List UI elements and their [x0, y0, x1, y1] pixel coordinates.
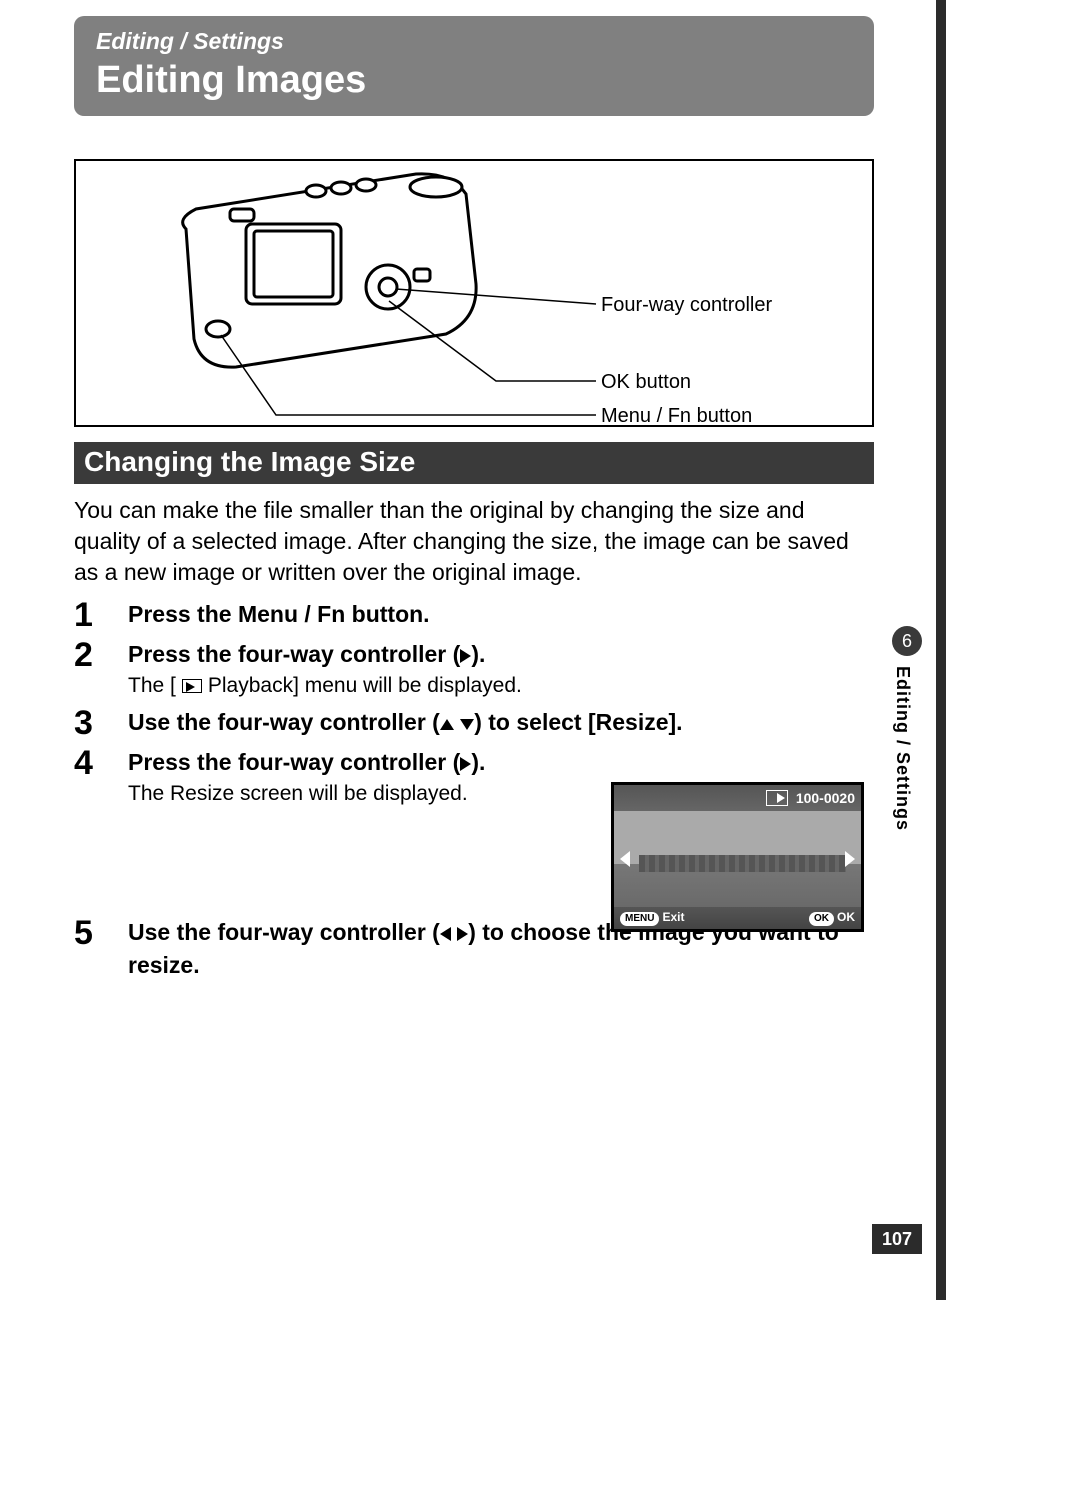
lcd-image-content	[639, 855, 847, 872]
camera-diagram: Four-way controller OK button Menu / Fn …	[74, 159, 874, 427]
playback-mode-icon	[766, 790, 788, 806]
playback-icon	[182, 679, 202, 693]
step-number: 4	[74, 746, 128, 780]
step-heading: Press the four-way controller ().	[128, 638, 874, 670]
menu-exit-label: MENUExit	[620, 910, 684, 926]
chapter-label: Editing / Settings	[892, 666, 913, 831]
page-number: 107	[872, 1224, 922, 1254]
page-edge-strip	[936, 0, 946, 1300]
triangle-right-icon	[460, 757, 471, 771]
callout-ok-button: OK button	[601, 371, 691, 394]
manual-page: Editing / Settings Editing Images	[0, 0, 1080, 1486]
step-number: 1	[74, 598, 128, 632]
section-label: Editing / Settings	[96, 28, 852, 55]
ok-chip: OK	[809, 912, 834, 926]
page-title: Editing Images	[96, 59, 852, 102]
chapter-side-tab: 6 Editing / Settings	[892, 626, 922, 831]
callout-four-way-controller: Four-way controller	[601, 294, 772, 317]
triangle-down-icon	[460, 719, 474, 730]
subsection-header: Changing the Image Size	[74, 442, 874, 484]
intro-paragraph: You can make the file smaller than the o…	[74, 495, 874, 588]
step-number: 3	[74, 706, 128, 740]
lcd-screen-preview: 100-0020 MENUExit OKOK	[611, 782, 864, 932]
file-number: 100-0020	[796, 790, 855, 806]
nav-left-icon	[620, 851, 630, 867]
triangle-right-icon	[457, 927, 468, 941]
nav-right-icon	[845, 851, 855, 867]
step-number: 2	[74, 638, 128, 672]
step-heading: Press the four-way controller ().	[128, 746, 874, 778]
page-header: Editing / Settings Editing Images	[74, 16, 874, 116]
triangle-right-icon	[460, 649, 471, 663]
step-subtext: The [ Playback] menu will be displayed.	[128, 674, 874, 698]
callout-menu-fn-button: Menu / Fn button	[601, 405, 752, 428]
triangle-left-icon	[440, 927, 451, 941]
step-3: 3 Use the four-way controller ( ) to sel…	[74, 706, 874, 740]
step-2: 2 Press the four-way controller (). The …	[74, 638, 874, 698]
step-number: 5	[74, 916, 128, 950]
lcd-top-bar: 100-0020	[614, 785, 861, 811]
menu-chip: MENU	[620, 912, 659, 926]
ok-label: OKOK	[809, 910, 855, 926]
step-heading: Use the four-way controller ( ) to selec…	[128, 706, 874, 738]
lcd-image-area	[614, 811, 861, 907]
step-heading: Press the Menu / Fn button.	[128, 598, 874, 630]
step-1: 1 Press the Menu / Fn button.	[74, 598, 874, 632]
chapter-number-badge: 6	[892, 626, 922, 656]
triangle-up-icon	[440, 719, 454, 730]
lcd-bottom-bar: MENUExit OKOK	[614, 907, 861, 929]
